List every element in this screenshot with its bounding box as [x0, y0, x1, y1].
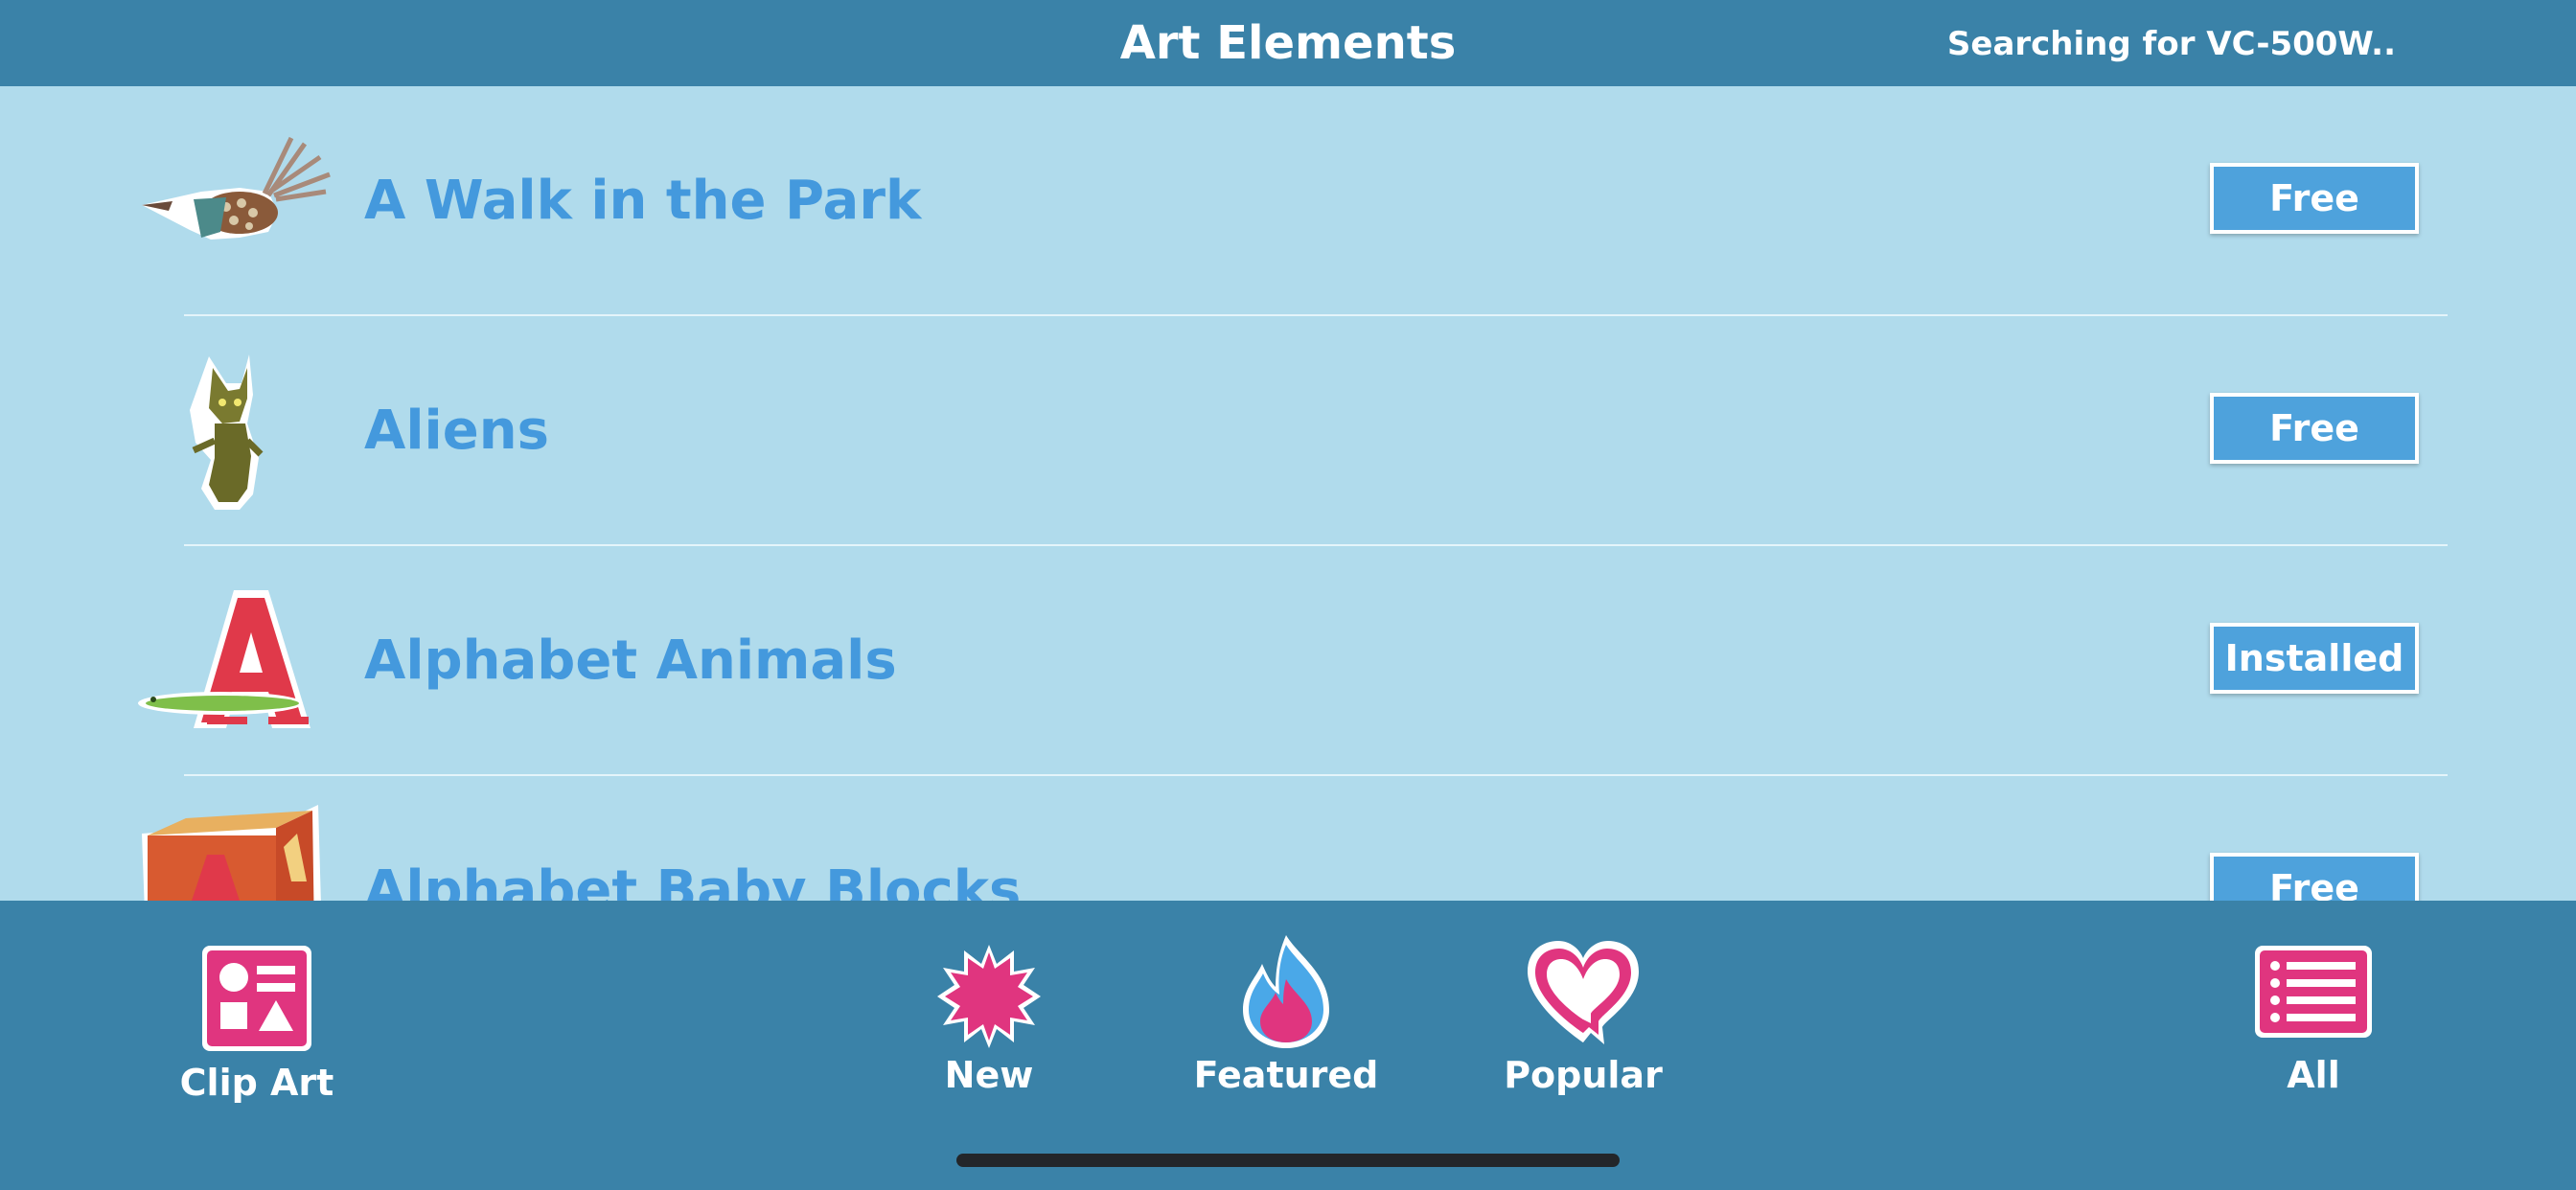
item-title[interactable]: A Walk in the Park — [364, 86, 921, 316]
tab-popular[interactable]: Popular — [1478, 939, 1689, 1131]
list-icon — [2255, 946, 2372, 1038]
free-button[interactable]: Free — [2210, 393, 2419, 464]
tab-label: Featured — [1193, 1054, 1379, 1096]
printer-search-status[interactable]: Searching for VC-500W.. — [1947, 0, 2396, 86]
heart-icon — [1528, 941, 1639, 1044]
list-item[interactable]: A Walk in the Park Free — [0, 86, 2576, 316]
new-starburst-icon — [937, 945, 1041, 1048]
list-item[interactable]: Alphabet Animals Installed — [0, 546, 2576, 776]
clip-art-icon — [202, 946, 311, 1051]
tab-featured[interactable]: Featured — [1181, 935, 1392, 1131]
item-title[interactable]: Alphabet Baby Blocks — [364, 776, 1021, 901]
tab-clip-art[interactable]: Clip Art — [151, 939, 362, 1131]
tab-all[interactable]: All — [2208, 939, 2419, 1131]
letter-a-alligator-thumbnail — [138, 590, 310, 728]
tab-label: Clip Art — [179, 1062, 334, 1104]
list-item[interactable]: Alphabet Baby Blocks Free — [0, 776, 2576, 901]
bird-thumbnail — [142, 136, 331, 240]
tab-new[interactable]: New — [884, 939, 1094, 1131]
home-indicator[interactable] — [956, 1154, 1620, 1167]
flame-icon — [1243, 935, 1329, 1048]
list-item[interactable]: Aliens Free — [0, 316, 2576, 546]
free-button[interactable]: Free — [2210, 853, 2419, 901]
baby-block-thumbnail — [142, 805, 321, 901]
free-button[interactable]: Free — [2210, 163, 2419, 234]
tab-label: All — [2287, 1054, 2340, 1096]
item-title[interactable]: Alphabet Animals — [364, 546, 897, 776]
tab-label: Popular — [1504, 1054, 1663, 1096]
item-title[interactable]: Aliens — [364, 316, 549, 546]
tab-label: New — [944, 1054, 1034, 1096]
art-elements-list[interactable]: A Walk in the Park Free Aliens Free Alph… — [0, 86, 2576, 901]
installed-button[interactable]: Installed — [2210, 623, 2419, 694]
bottom-tab-bar: Clip Art New Featured Popular All — [0, 901, 2576, 1190]
top-bar: Art Elements Searching for VC-500W.. — [0, 0, 2576, 86]
alien-thumbnail — [190, 355, 264, 510]
